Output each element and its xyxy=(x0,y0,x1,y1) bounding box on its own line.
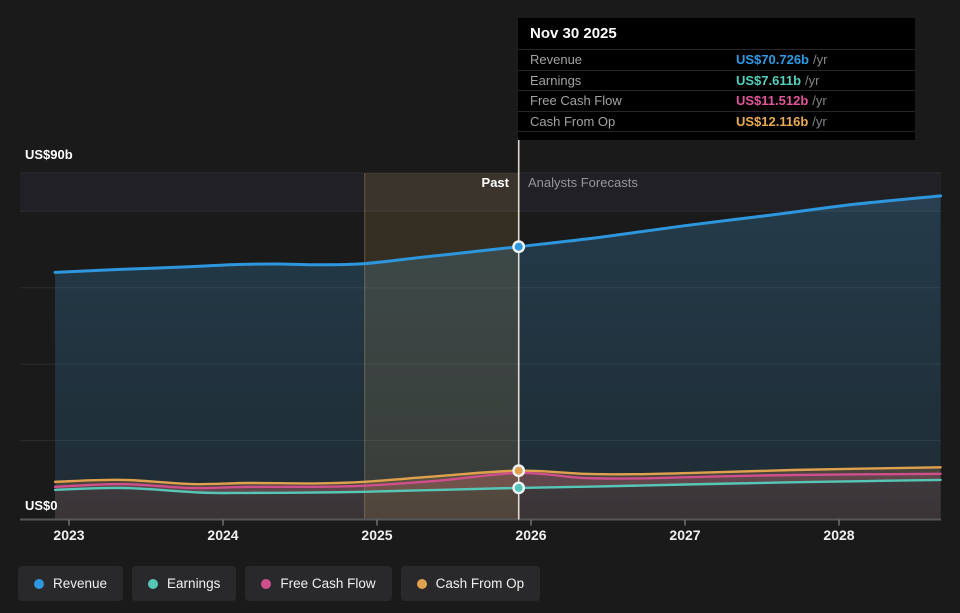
legend-label: Earnings xyxy=(167,576,221,591)
x-tick-label: 2028 xyxy=(823,527,855,543)
legend-bar: Revenue Earnings Free Cash Flow Cash Fro… xyxy=(18,566,541,601)
tooltip-label: Revenue xyxy=(530,52,583,68)
tooltip-row-cash-from-op: Cash From Op US$12.116b /yr xyxy=(518,112,915,132)
x-tick-label: 2027 xyxy=(669,527,701,543)
earnings-dot-icon xyxy=(148,578,159,589)
forecast-section-label: Analysts Forecasts xyxy=(528,175,638,190)
legend-label: Free Cash Flow xyxy=(280,576,376,591)
legend-item-cash-from-op[interactable]: Cash From Op xyxy=(400,566,541,601)
x-tick-label: 2025 xyxy=(361,527,393,543)
legend-item-free-cash-flow[interactable]: Free Cash Flow xyxy=(245,566,392,601)
tooltip-unit: /yr xyxy=(812,113,827,129)
tooltip-value: US$70.726b xyxy=(736,52,809,68)
tooltip-value: US$7.611b xyxy=(736,72,802,88)
tooltip-value: US$12.116b xyxy=(736,113,809,129)
chart-tooltip: Nov 30 2025 Revenue US$70.726b /yr Earni… xyxy=(518,18,915,140)
x-tick-label: 2024 xyxy=(207,527,239,543)
tooltip-label: Free Cash Flow xyxy=(530,93,622,109)
legend-label: Revenue xyxy=(53,576,108,591)
x-axis: 2023 2024 2025 2026 2027 2028 xyxy=(0,527,960,545)
cash-from-op-dot-icon xyxy=(416,578,427,589)
x-tick-label: 2026 xyxy=(515,527,547,543)
tooltip-row-revenue: Revenue US$70.726b /yr xyxy=(518,50,915,71)
revenue-dot-icon xyxy=(34,578,44,589)
financials-forecast-chart: US$90b US$0 Past Analysts Forecasts 2023… xyxy=(0,0,960,613)
free-cash-flow-dot-icon xyxy=(261,578,272,589)
tooltip-row-earnings: Earnings US$7.611b /yr xyxy=(518,71,915,91)
tooltip-value: US$11.512b xyxy=(736,93,809,109)
tooltip-unit: /yr xyxy=(805,72,820,88)
tooltip-label: Earnings xyxy=(530,72,582,88)
legend-item-earnings[interactable]: Earnings xyxy=(132,566,237,601)
x-tick-label: 2023 xyxy=(53,527,85,543)
tooltip-unit: /yr xyxy=(812,93,827,109)
past-section-label: Past xyxy=(481,175,509,190)
tooltip-label: Cash From Op xyxy=(530,113,616,129)
tooltip-row-free-cash-flow: Free Cash Flow US$11.512b /yr xyxy=(518,91,915,112)
legend-item-revenue[interactable]: Revenue xyxy=(18,566,124,601)
tooltip-date: Nov 30 2025 xyxy=(518,18,915,50)
tooltip-unit: /yr xyxy=(813,52,828,68)
y-axis-label-0: US$0 xyxy=(25,498,58,513)
y-axis-label-90b: US$90b xyxy=(25,147,73,162)
legend-label: Cash From Op xyxy=(435,576,525,591)
